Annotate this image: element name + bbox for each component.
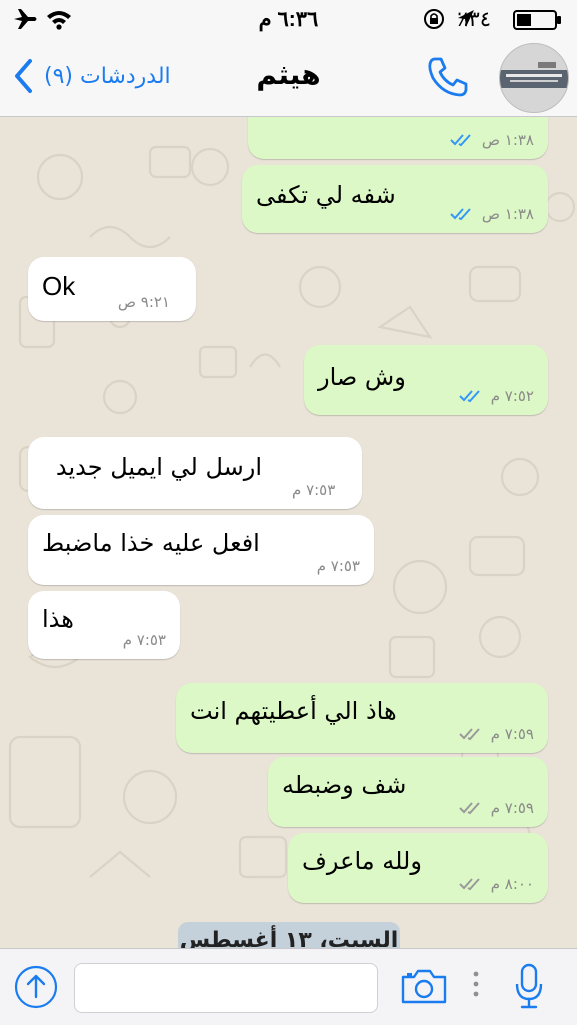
message-meta: ١:٣٨ ص — [450, 205, 534, 223]
delivered-receipt-icon — [458, 802, 480, 815]
message-meta: ٧:٥٣ م — [317, 557, 360, 575]
upload-icon[interactable] — [14, 965, 58, 1009]
message-input[interactable] — [74, 963, 378, 1013]
message-bubble-incoming[interactable]: هذا ٧:٥٣ م — [28, 591, 180, 659]
read-receipt-icon — [458, 390, 480, 403]
more-dots-icon[interactable] — [472, 969, 480, 999]
message-meta: ٩:٢١ ص — [118, 293, 170, 311]
message-time: ٧:٥٩ م — [490, 725, 534, 743]
rotation-lock-icon — [424, 9, 444, 29]
contact-name[interactable]: هيثم — [0, 58, 577, 91]
message-meta: ٧:٥٢ م — [458, 387, 534, 405]
microphone-icon[interactable] — [514, 963, 544, 1011]
message-meta: ١:٣٨ ص — [450, 131, 534, 149]
chat-area[interactable]: ١:٣٨ ص شفه لي تكفى ١:٣٨ ص Ok ٩:٢١ ص وش ص… — [0, 117, 577, 948]
message-input-bar — [0, 948, 577, 1025]
message-bubble-outgoing[interactable]: ولله ماعرف ٨:٠٠ م — [288, 833, 548, 903]
status-bar: ٦:٣٦ م ٪٣٤ — [0, 0, 577, 38]
read-receipt-icon — [450, 134, 471, 147]
message-time: ٩:٢١ ص — [117, 293, 170, 311]
delivered-receipt-icon — [458, 878, 480, 891]
message-time: ٧:٥٣ م — [316, 557, 360, 575]
message-time: ٧:٥٢ م — [490, 387, 534, 405]
message-bubble-outgoing[interactable]: هاذ الي أعطيتهم انت ٧:٥٩ م — [176, 683, 548, 753]
message-bubble-incoming[interactable]: Ok ٩:٢١ ص — [28, 257, 196, 321]
delivered-receipt-icon — [458, 728, 480, 741]
message-text: ارسل لي ايميل جديد — [55, 453, 262, 481]
message-meta: ٧:٥٣ م — [123, 631, 166, 649]
message-bubble-incoming[interactable]: ارسل لي ايميل جديد ٧:٥٣ م — [28, 437, 362, 509]
message-text: شف وضبطه — [282, 771, 407, 799]
date-divider-label: السبت، ١٣ أغسطس — [179, 928, 399, 948]
message-meta: ٧:٥٣ م — [292, 481, 335, 499]
message-time: ٨:٠٠ م — [490, 875, 534, 893]
message-text: وش صار — [318, 363, 406, 391]
message-text: هذا — [42, 605, 74, 633]
contact-avatar[interactable] — [499, 43, 569, 113]
battery-icon — [513, 10, 561, 30]
message-bubble-incoming[interactable]: افعل عليه خذا ماضبط ٧:٥٣ م — [28, 515, 374, 585]
message-bubble-outgoing[interactable]: شف وضبطه ٧:٥٩ م — [268, 757, 548, 827]
message-time: ٧:٥٣ م — [122, 631, 166, 649]
message-text: افعل عليه خذا ماضبط — [42, 529, 260, 557]
message-meta: ٧:٥٩ م — [458, 725, 534, 743]
message-meta: ٨:٠٠ م — [458, 875, 534, 893]
date-divider: السبت، ١٣ أغسطس — [178, 922, 400, 948]
message-text: هاذ الي أعطيتهم انت — [190, 697, 397, 725]
chat-header: الدردشات (٩) هيثم — [0, 38, 577, 117]
message-meta: ٧:٥٩ م — [458, 799, 534, 817]
message-text: Ok — [42, 271, 76, 301]
phone-icon[interactable] — [425, 54, 471, 100]
message-bubble-outgoing[interactable]: شفه لي تكفى ١:٣٨ ص — [242, 165, 548, 233]
message-time: ٧:٥٣ م — [292, 481, 336, 499]
message-text: ولله ماعرف — [302, 847, 422, 875]
message-bubble-outgoing[interactable]: وش صار ٧:٥٢ م — [304, 345, 548, 415]
message-bubble-outgoing[interactable]: ١:٣٨ ص — [248, 117, 548, 159]
camera-icon[interactable] — [400, 967, 448, 1005]
read-receipt-icon — [450, 208, 471, 221]
message-text: شفه لي تكفى — [256, 181, 396, 209]
message-time: ٧:٥٩ م — [490, 799, 534, 817]
message-time: ١:٣٨ ص — [481, 205, 534, 223]
message-time: ١:٣٨ ص — [481, 131, 534, 149]
battery-percent: ٪٣٤ — [457, 8, 491, 31]
